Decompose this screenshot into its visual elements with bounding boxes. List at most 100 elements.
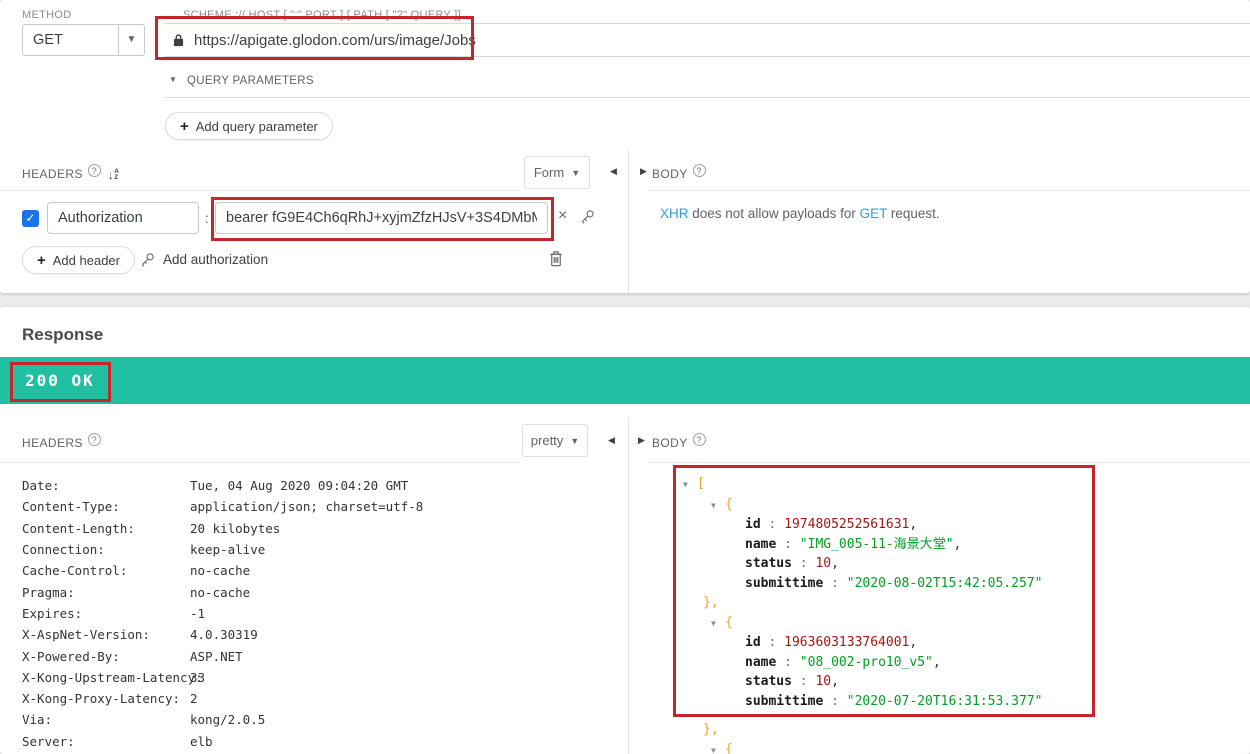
response-body-json: ▼[▼{id : 1974805252561631,name : "IMG_00… xyxy=(683,474,1042,754)
divider xyxy=(164,97,1250,98)
json-token: status xyxy=(745,674,792,689)
json-token: , xyxy=(831,556,839,571)
json-token: name xyxy=(745,655,776,670)
header-value: elb xyxy=(190,734,213,749)
method-select[interactable]: GET ▼ xyxy=(22,24,145,56)
json-line: submittime : "2020-08-02T15:42:05.257" xyxy=(683,574,1042,594)
json-token: submittime xyxy=(745,694,823,709)
header-name: Content-Length: xyxy=(22,521,190,536)
header-name: X-Kong-Proxy-Latency: xyxy=(22,691,190,706)
json-line: status : 10, xyxy=(683,672,1042,692)
json-line: ▼[ xyxy=(683,474,1042,495)
add-authorization-label: Add authorization xyxy=(163,252,268,267)
response-header-row: Server:elb xyxy=(22,731,423,752)
body-message-text: request. xyxy=(887,206,940,221)
header-name: X-Powered-By: xyxy=(22,649,190,664)
json-token: 1974805252561631 xyxy=(784,517,909,532)
header-value: no-cache xyxy=(190,563,250,578)
body-format-dropdown[interactable]: Form ▼ xyxy=(524,156,590,189)
response-header-row: Pragma:no-cache xyxy=(22,581,423,602)
collapse-right-icon[interactable]: ▶ xyxy=(638,435,645,446)
json-line: ▼{ xyxy=(683,613,1042,634)
collapse-icon[interactable]: ▼ xyxy=(711,741,725,754)
header-value: application/json; charset=utf-8 xyxy=(190,499,423,514)
header-name: Pragma: xyxy=(22,585,190,600)
xhr-link[interactable]: XHR xyxy=(660,206,689,221)
header-name: Via: xyxy=(22,712,190,727)
body-message-text: does not allow payloads for xyxy=(689,206,860,221)
trash-icon[interactable] xyxy=(548,250,564,272)
help-icon[interactable]: ? xyxy=(88,433,101,446)
json-token: id xyxy=(745,517,761,532)
body-label: BODY xyxy=(652,167,688,181)
collapse-icon[interactable]: ▼ xyxy=(683,475,697,495)
colon-separator: : xyxy=(205,210,209,226)
json-token: : xyxy=(792,674,815,689)
json-line: id : 1974805252561631, xyxy=(683,515,1042,535)
chevron-down-icon[interactable]: ▼ xyxy=(118,25,144,55)
sort-az-icon[interactable]: ↓AZ xyxy=(108,168,120,182)
json-token: : xyxy=(823,576,846,591)
body-format-value: Form xyxy=(534,165,564,180)
collapse-right-icon[interactable]: ▶ xyxy=(640,166,647,177)
help-icon[interactable]: ? xyxy=(88,164,101,177)
header-name: X-Kong-Upstream-Latency: xyxy=(22,670,190,685)
url-input[interactable] xyxy=(192,31,1250,50)
body-view-dropdown[interactable]: pretty ▼ xyxy=(522,424,588,457)
body-view-value: pretty xyxy=(531,433,564,448)
collapse-left-icon[interactable]: ◀ xyxy=(608,435,615,446)
json-token: "08_002-pro10_v5" xyxy=(800,655,933,670)
header-value: Tue, 04 Aug 2020 09:04:20 GMT xyxy=(190,478,408,493)
json-token: { xyxy=(725,742,733,754)
header-value: 20 kilobytes xyxy=(190,521,280,536)
json-token: , xyxy=(933,655,941,670)
json-token: , xyxy=(909,517,917,532)
url-scheme-hint: SCHEME :// HOST [ ":" PORT ] [ PATH [ "?… xyxy=(183,9,461,21)
json-token: { xyxy=(725,615,733,630)
header-value: kong/2.0.5 xyxy=(190,712,265,727)
url-field[interactable] xyxy=(164,23,1250,57)
status-banner: 200 OK xyxy=(0,357,1250,404)
add-authorization-button[interactable]: Add authorization xyxy=(140,252,268,267)
json-token: : xyxy=(776,537,799,552)
header-name: Date: xyxy=(22,478,190,493)
json-token: status xyxy=(745,556,792,571)
panel-divider[interactable] xyxy=(628,417,629,754)
get-link[interactable]: GET xyxy=(860,206,888,221)
headers-label: HEADERS xyxy=(22,167,83,181)
header-name: X-AspNet-Version: xyxy=(22,627,190,642)
header-name-input[interactable] xyxy=(47,202,199,234)
json-token: "IMG_005-11-海景大堂" xyxy=(800,537,954,552)
header-value: ASP.NET xyxy=(190,649,243,664)
json-token: : xyxy=(792,556,815,571)
collapse-icon[interactable]: ▼ xyxy=(711,496,725,516)
status-code-text: 200 OK xyxy=(0,357,1250,404)
json-line: ▼{ xyxy=(683,495,1042,516)
panel-divider[interactable] xyxy=(628,150,629,293)
query-parameters-label: QUERY PARAMETERS xyxy=(187,75,314,87)
method-value: GET xyxy=(23,25,118,55)
chevron-down-icon: ▼ xyxy=(571,168,580,178)
response-headers-section: HEADERS? xyxy=(22,433,101,450)
json-token: : xyxy=(761,635,784,650)
header-enabled-checkbox[interactable]: ✓ xyxy=(22,210,39,227)
help-icon[interactable]: ? xyxy=(693,164,706,177)
key-icon[interactable] xyxy=(580,209,595,229)
collapse-left-icon[interactable]: ◀ xyxy=(610,166,617,177)
json-line: name : "IMG_005-11-海景大堂", xyxy=(683,535,1042,555)
json-token: , xyxy=(831,674,839,689)
remove-header-icon[interactable]: × xyxy=(558,207,567,225)
add-header-button[interactable]: + Add header xyxy=(22,246,135,274)
divider xyxy=(648,190,1250,191)
collapse-icon[interactable]: ▼ xyxy=(711,614,725,634)
collapse-icon[interactable]: ▼ xyxy=(169,75,177,84)
add-query-parameter-button[interactable]: + Add query parameter xyxy=(165,112,333,140)
body-label: BODY xyxy=(652,436,688,450)
header-value-input[interactable] xyxy=(215,202,548,234)
help-icon[interactable]: ? xyxy=(693,433,706,446)
response-header-row: X-Kong-Proxy-Latency:2 xyxy=(22,688,423,709)
header-name: Expires: xyxy=(22,606,190,621)
header-value: no-cache xyxy=(190,585,250,600)
response-header-row: Connection:keep-alive xyxy=(22,539,423,560)
header-value: 33 xyxy=(190,670,205,685)
